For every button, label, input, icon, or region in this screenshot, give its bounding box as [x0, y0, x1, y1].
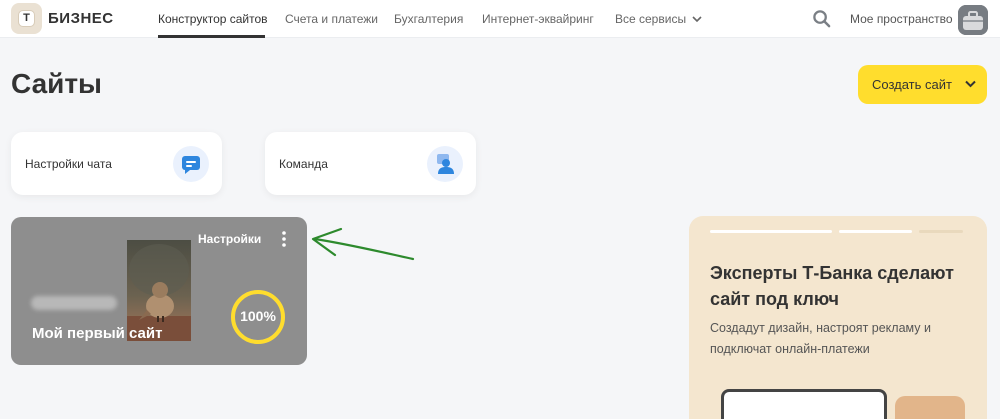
- nav-item-site-builder[interactable]: Конструктор сайтов: [158, 12, 268, 26]
- nav-item-acquiring[interactable]: Интернет-эквайринг: [482, 12, 594, 26]
- promo-panel[interactable]: Эксперты Т-Банка сделают сайт под ключ С…: [689, 216, 987, 419]
- nav-item-accounting[interactable]: Бухгалтерия: [394, 12, 463, 26]
- nav-item-payments[interactable]: Счета и платежи: [285, 12, 378, 26]
- progress-label: 100%: [240, 308, 276, 324]
- search-icon[interactable]: [812, 9, 831, 28]
- brand-name[interactable]: БИЗНЕС: [48, 10, 114, 27]
- nav-item-all-services[interactable]: Все сервисы: [615, 12, 702, 26]
- site-domain-blurred: [31, 296, 117, 310]
- annotation-arrow: [311, 227, 415, 261]
- site-name: Мой первый сайт: [32, 325, 163, 342]
- page-title: Сайты: [11, 68, 102, 99]
- device-illustration: [895, 396, 965, 419]
- site-settings-link[interactable]: Настройки: [198, 232, 261, 246]
- promo-text: Создадут дизайн, настроят рекламу и подк…: [710, 321, 931, 356]
- chat-icon: [182, 156, 200, 174]
- nav-active-indicator: [158, 35, 265, 38]
- more-vertical-icon[interactable]: [278, 229, 290, 249]
- chat-settings-label: Настройки чата: [25, 157, 112, 171]
- team-label: Команда: [279, 157, 328, 171]
- promo-progress-1: [710, 230, 832, 233]
- promo-progress-2: [839, 230, 912, 233]
- site-tile[interactable]: Настройки Мой первый сайт 100%: [11, 217, 307, 365]
- workspace-avatar[interactable]: [958, 5, 988, 35]
- team-icon: [437, 154, 454, 174]
- laptop-illustration: [721, 389, 887, 419]
- briefcase-icon: [958, 5, 988, 35]
- team-icon-wrap: [427, 146, 463, 182]
- promo-title: Эксперты Т-Банка сделают сайт под ключ: [710, 263, 954, 309]
- chat-icon-wrap: [173, 146, 209, 182]
- nav-item-all-services-label: Все сервисы: [615, 12, 687, 26]
- logo[interactable]: Т: [11, 3, 42, 34]
- workspace-link[interactable]: Мое пространство: [850, 12, 953, 26]
- logo-letter: Т: [18, 10, 35, 27]
- top-bar: Т БИЗНЕС Конструктор сайтов Счета и плат…: [0, 0, 1000, 38]
- chat-settings-card[interactable]: Настройки чата: [11, 132, 222, 195]
- create-site-button-label: Создать сайт: [872, 77, 952, 92]
- promo-progress-3: [919, 230, 963, 233]
- create-site-button[interactable]: Создать сайт: [858, 65, 987, 104]
- team-card[interactable]: Команда: [265, 132, 476, 195]
- chevron-down-icon: [965, 80, 976, 88]
- chevron-down-icon: [692, 16, 702, 23]
